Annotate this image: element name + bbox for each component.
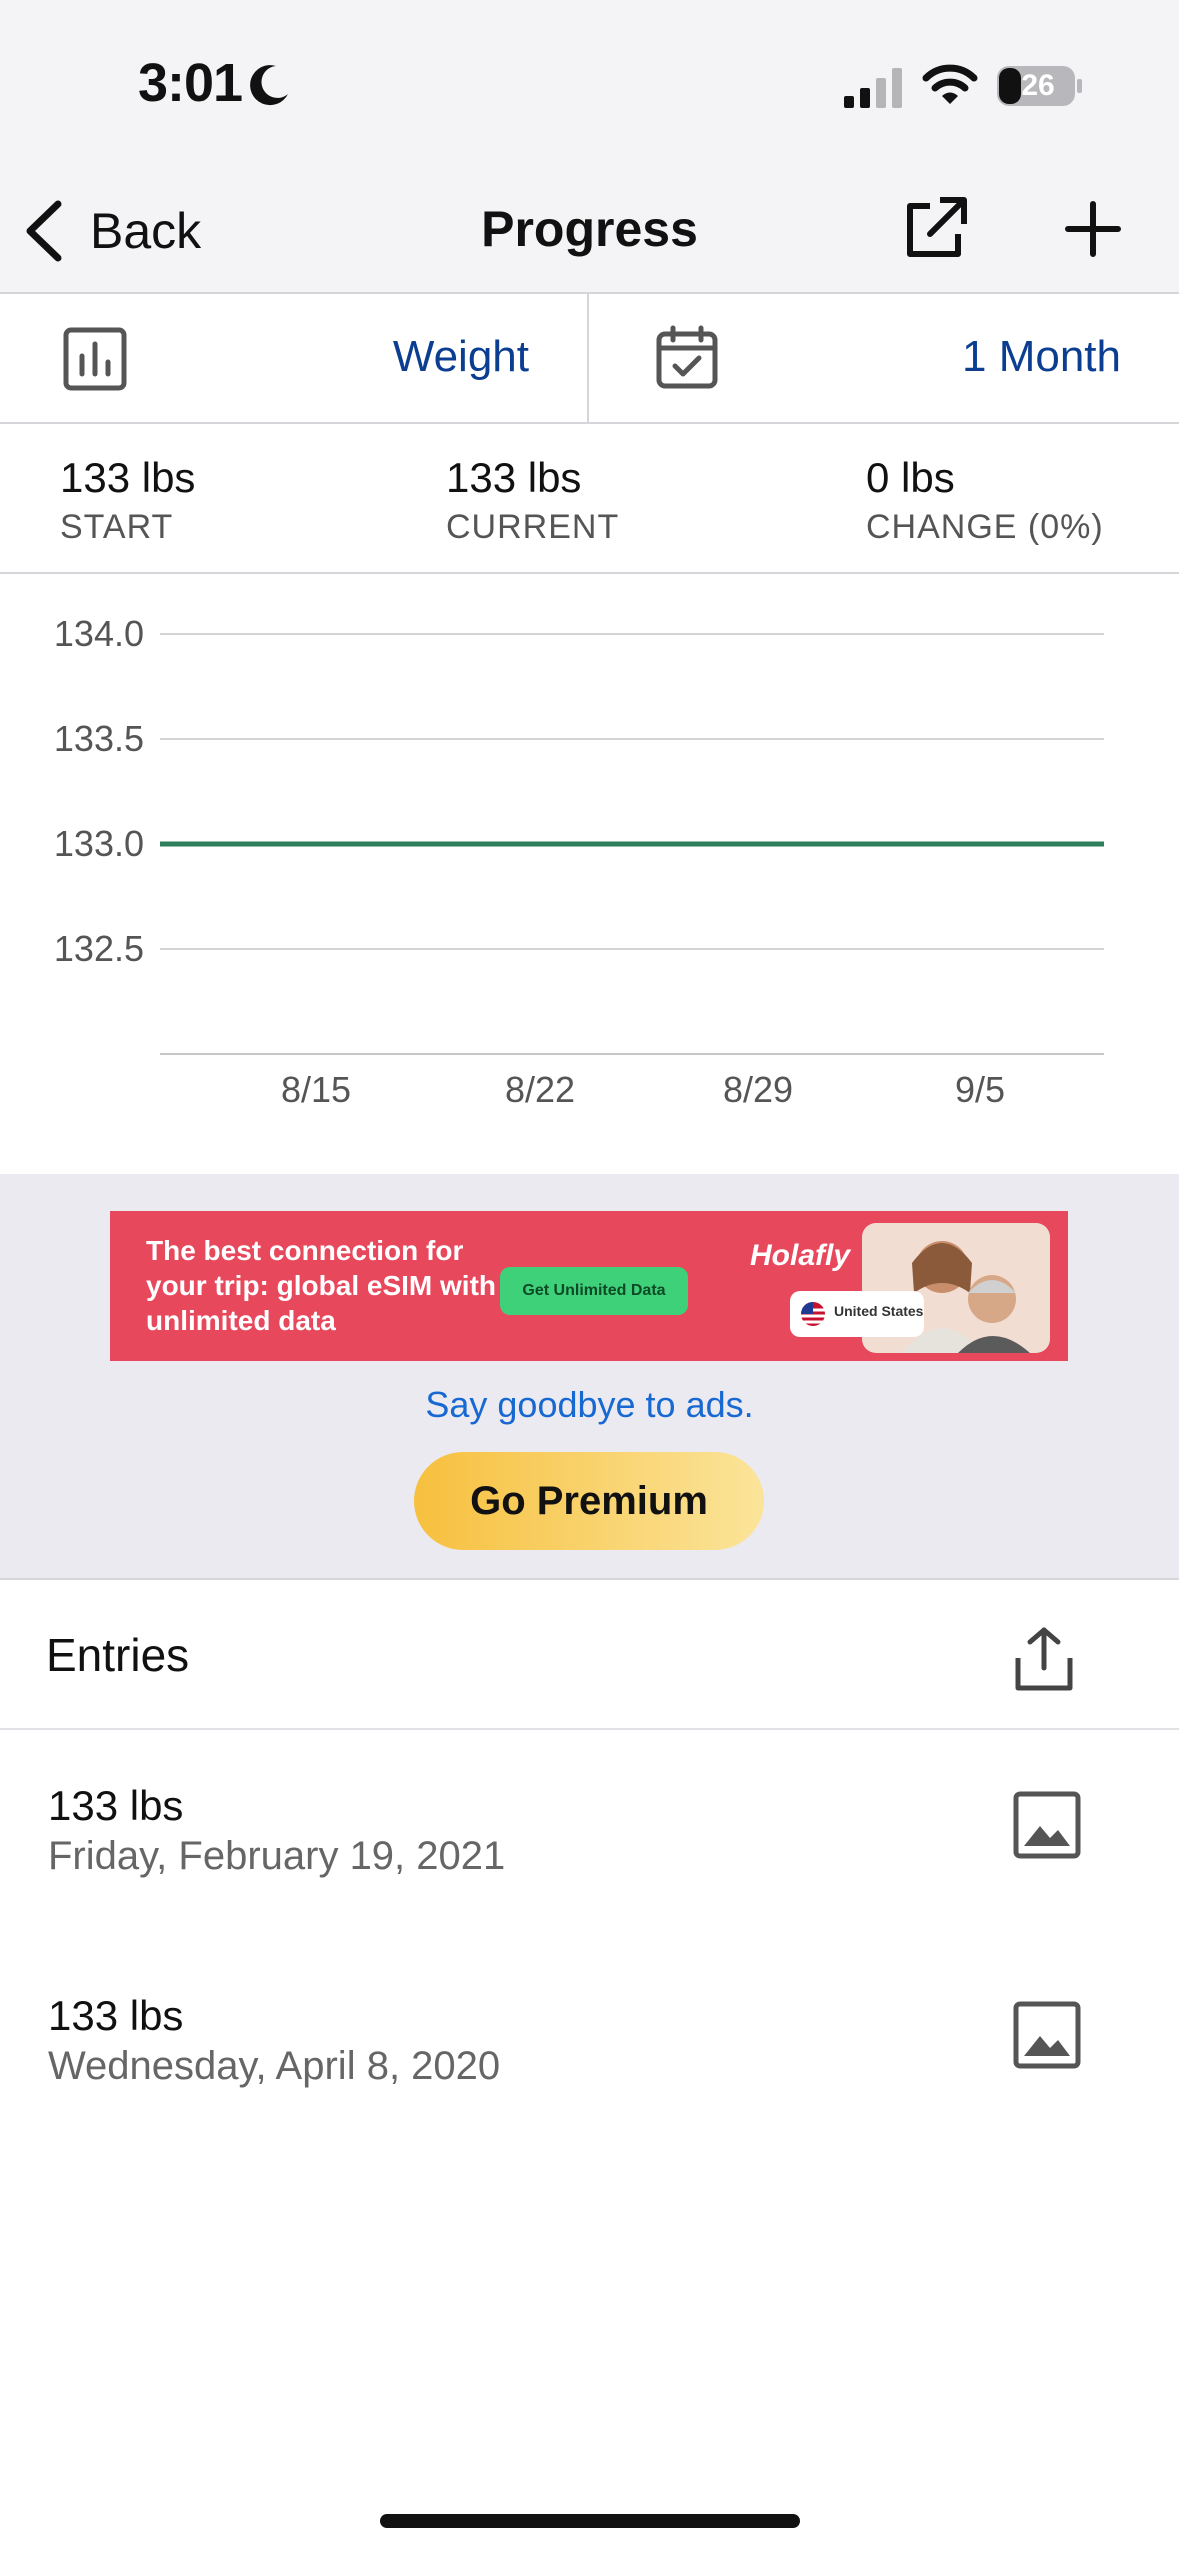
metric-selector[interactable]: Weight — [0, 294, 587, 422]
stat-start: 133 lbs START — [60, 454, 195, 547]
ad-brand-logo: Holafly — [750, 1239, 851, 1272]
entry-row[interactable]: 133 lbs Wednesday, April 8, 2020 — [0, 1940, 1179, 2150]
cellular-signal-icon — [844, 68, 902, 108]
stat-label: CHANGE (0%) — [866, 508, 1104, 546]
ad-banner[interactable]: The best connection for your trip: globa… — [110, 1211, 1068, 1361]
battery-level: 26 — [1021, 69, 1055, 102]
ad-area: The best connection for your trip: globa… — [0, 1174, 1179, 1580]
entry-date: Wednesday, April 8, 2020 — [48, 2044, 501, 2088]
stat-current: 133 lbs CURRENT — [446, 454, 619, 547]
nav-bar: Back Progress — [0, 170, 1179, 294]
y-tick-label: 133.5 — [54, 718, 144, 759]
entry-value: 133 lbs — [48, 1992, 184, 2039]
range-selector[interactable]: 1 Month — [589, 294, 1179, 422]
status-bar: 3:01 26 — [0, 0, 1179, 170]
x-tick-label: 8/22 — [505, 1069, 575, 1110]
chevron-left-icon — [26, 200, 62, 262]
calendar-icon — [656, 325, 718, 389]
add-icon[interactable] — [1062, 198, 1124, 260]
ad-pill-label: United States — [834, 1303, 924, 1319]
photo-icon[interactable] — [1012, 2000, 1082, 2070]
y-tick-label: 134.0 — [54, 613, 144, 654]
x-tick-label: 9/5 — [955, 1069, 1005, 1110]
entry-value: 133 lbs — [48, 1782, 184, 1829]
entries-header: Entries — [0, 1582, 1179, 1730]
weight-chart: 134.0 133.5 133.0 132.5 8/15 8/22 8/29 9/5 — [0, 576, 1179, 1174]
status-time: 3:01 — [138, 53, 243, 113]
ad-cta: Get Unlimited Data — [500, 1267, 688, 1315]
remove-ads-link[interactable]: Say goodbye to ads. — [0, 1384, 1179, 1426]
back-label: Back — [90, 203, 202, 259]
flag-icon — [801, 1302, 825, 1326]
bar-chart-icon — [63, 327, 127, 391]
x-tick-label: 8/15 — [281, 1069, 351, 1110]
metric-value: Weight — [392, 332, 529, 381]
x-tick-label: 8/29 — [723, 1069, 793, 1110]
moon-icon — [250, 65, 288, 106]
stats-row: 133 lbs START 133 lbs CURRENT 0 lbs CHAN… — [0, 424, 1179, 574]
export-icon[interactable] — [1012, 1626, 1076, 1692]
wifi-icon — [922, 64, 978, 104]
ad-headline: The best connection for your trip: globa… — [146, 1235, 496, 1336]
stat-value: 133 lbs — [446, 454, 582, 501]
selector-row: Weight 1 Month — [0, 294, 1179, 424]
go-premium-button[interactable]: Go Premium — [414, 1452, 764, 1550]
stat-value: 0 lbs — [866, 454, 955, 501]
y-tick-label: 133.0 — [54, 823, 144, 864]
photo-icon[interactable] — [1012, 1790, 1082, 1860]
chart-svg: 134.0 133.5 133.0 132.5 8/15 8/22 8/29 9/5 — [54, 613, 1104, 1110]
stat-label: CURRENT — [446, 508, 620, 546]
range-value: 1 Month — [962, 332, 1121, 381]
stat-value: 133 lbs — [60, 454, 196, 501]
entries-title: Entries — [46, 1629, 190, 1681]
open-external-icon[interactable] — [900, 194, 970, 264]
entry-date: Friday, February 19, 2021 — [48, 1834, 506, 1878]
stat-change: 0 lbs CHANGE (0%) — [866, 454, 1104, 547]
home-indicator — [380, 2514, 800, 2528]
back-button[interactable]: Back — [22, 196, 201, 266]
stat-label: START — [60, 508, 174, 546]
y-tick-label: 132.5 — [54, 928, 144, 969]
entry-row[interactable]: 133 lbs Friday, February 19, 2021 — [0, 1730, 1179, 1940]
